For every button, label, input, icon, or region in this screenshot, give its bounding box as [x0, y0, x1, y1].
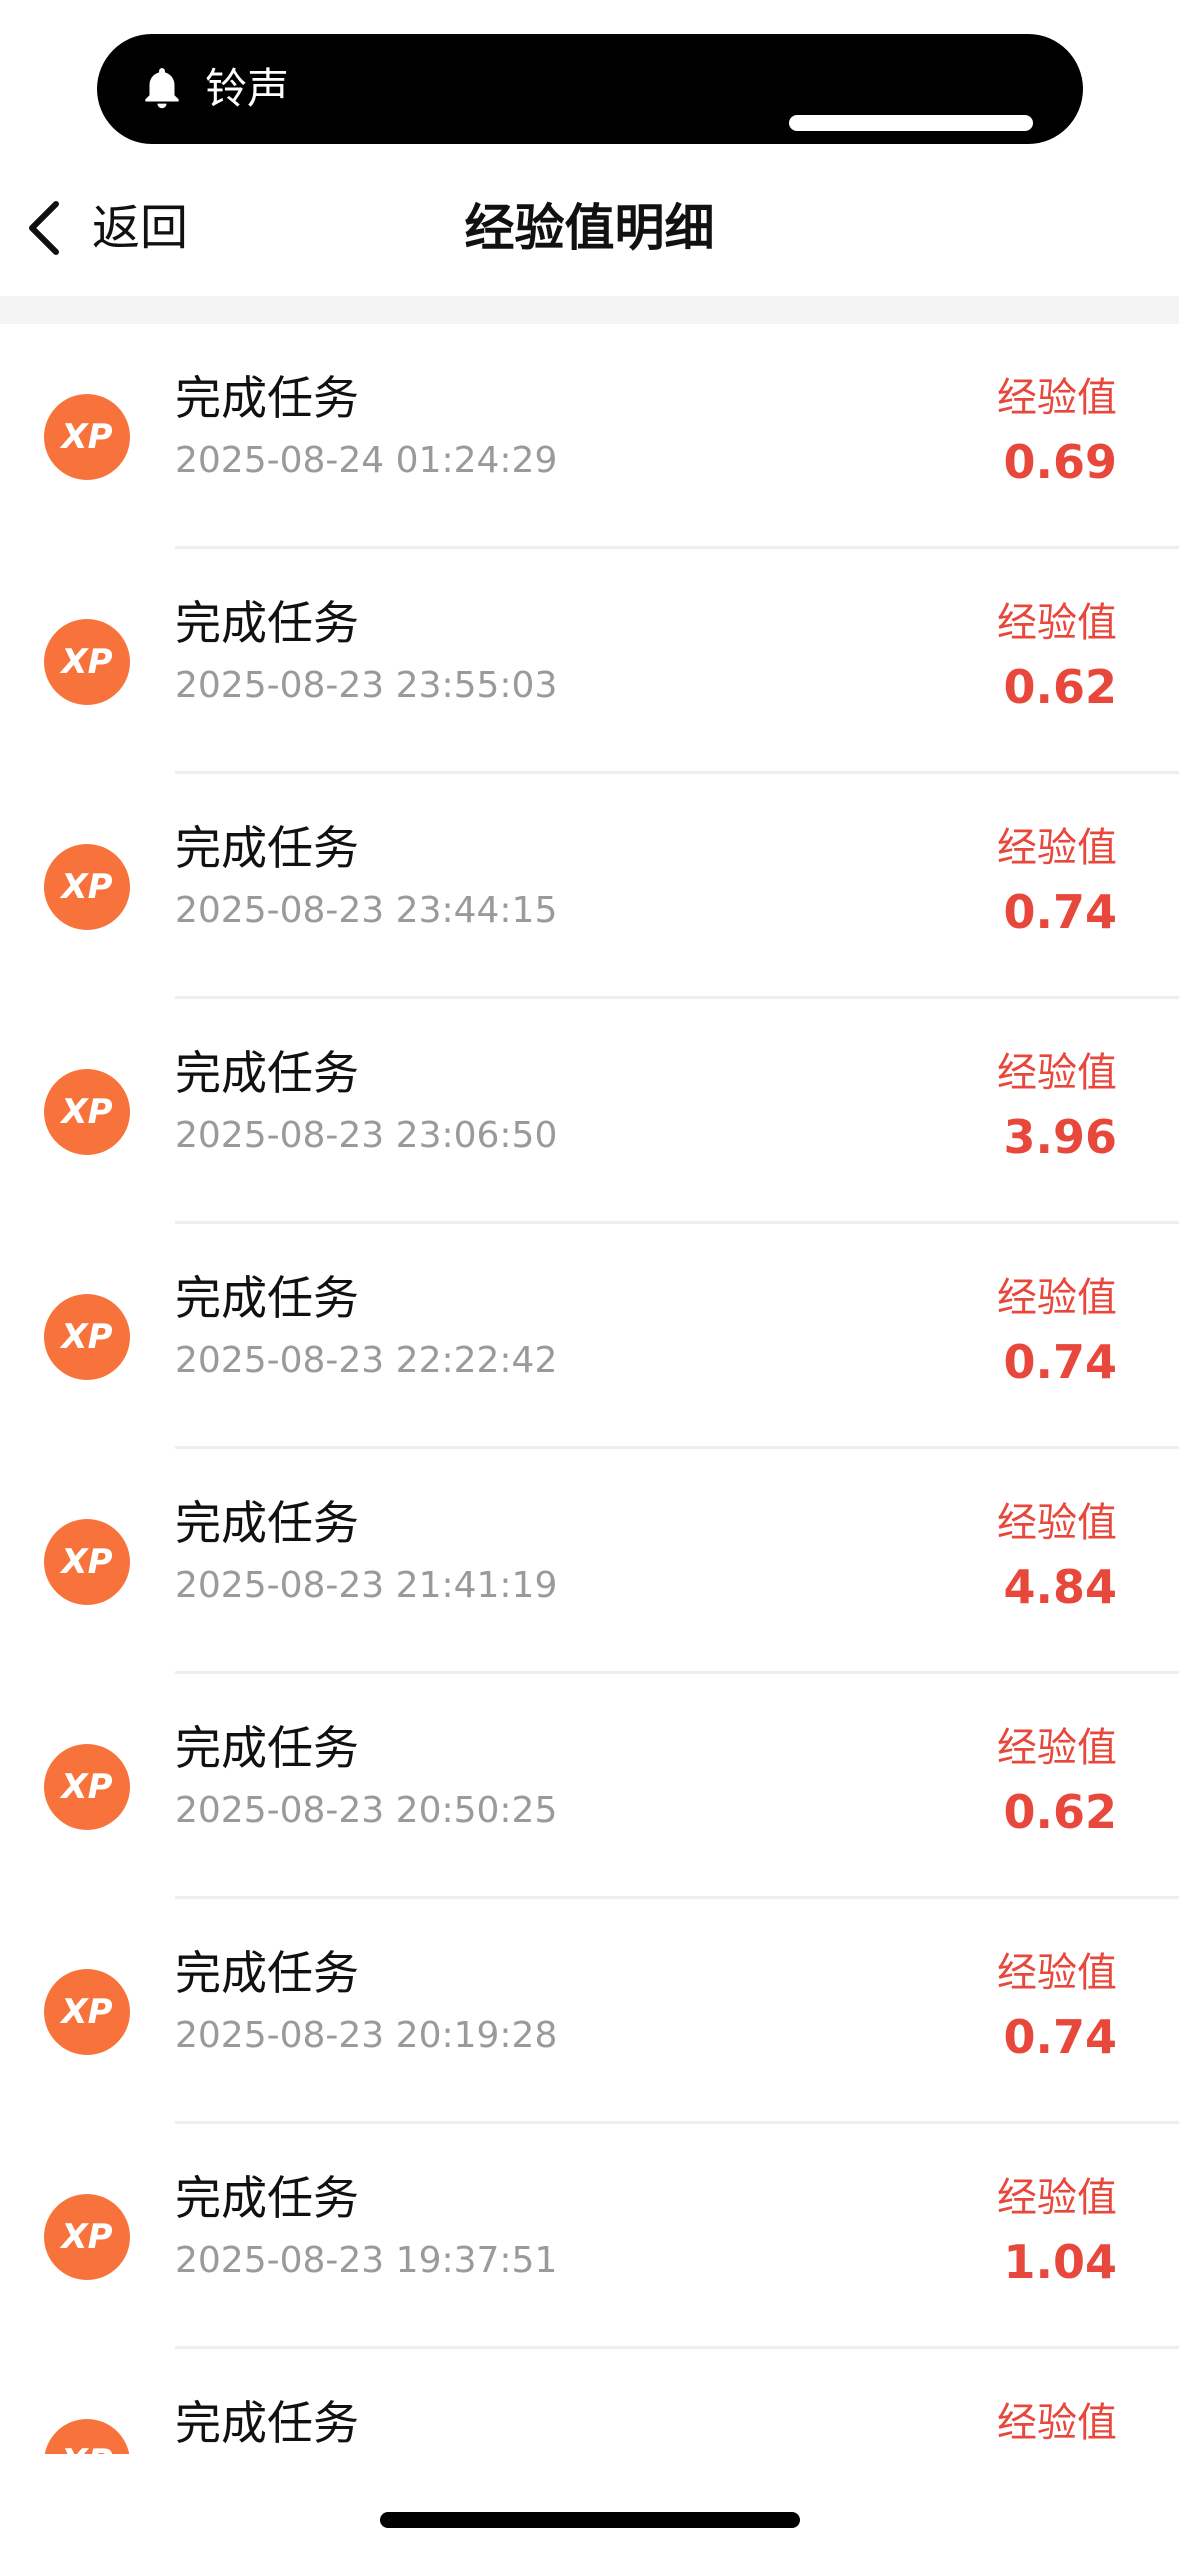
record-exp-label: 经验值 [997, 600, 1117, 646]
record-title: 完成任务 [175, 2171, 359, 2225]
xp-badge-icon: XP [44, 394, 130, 480]
record-exp-value: 0.74 [1003, 885, 1118, 939]
record-title: 完成任务 [175, 1721, 359, 1775]
xp-badge-icon: XP [44, 1744, 130, 1830]
record-timestamp: 2025-08-23 19:37:51 [175, 2240, 558, 2281]
xp-badge-icon: XP [44, 2194, 130, 2280]
ringer-volume-bar [789, 115, 1033, 131]
record-row[interactable]: XP 完成任务 2025-08-24 01:24:29 经验值 0.69 [0, 324, 1179, 549]
record-exp-label: 经验值 [997, 1050, 1117, 1096]
xp-badge-icon: XP [44, 1069, 130, 1155]
record-title: 完成任务 [175, 1946, 359, 2000]
record-exp-label: 经验值 [997, 2175, 1117, 2221]
record-exp-label: 经验值 [997, 2400, 1117, 2446]
bell-icon [145, 68, 179, 109]
record-exp-value: 4.84 [1003, 1560, 1118, 1614]
home-indicator[interactable] [380, 2512, 800, 2528]
record-exp-value: 0.74 [1003, 2010, 1118, 2064]
record-exp-value: 0.62 [1003, 1785, 1118, 1839]
experience-record-list[interactable]: XP 完成任务 2025-08-24 01:24:29 经验值 0.69 XP … [0, 324, 1179, 2454]
xp-badge-icon: XP [44, 844, 130, 930]
experience-detail-screen: 铃声 返回 经验值明细 XP 完成任务 2025-08-24 01:24:29 … [0, 0, 1179, 2556]
record-title: 完成任务 [175, 2396, 359, 2450]
ringer-indicator: 铃声 [97, 34, 1083, 144]
record-title: 完成任务 [175, 821, 359, 875]
record-row[interactable]: XP 完成任务 2025-08-23 23:06:50 经验值 3.96 [0, 999, 1179, 1224]
record-timestamp: 2025-08-23 23:44:15 [175, 890, 558, 931]
xp-badge-icon: XP [44, 2419, 130, 2454]
record-timestamp: 2025-08-23 22:22:42 [175, 1340, 558, 1381]
xp-badge-icon: XP [44, 1294, 130, 1380]
ringer-label: 铃声 [205, 64, 290, 113]
record-row[interactable]: XP 完成任务 2025-08-23 23:55:03 经验值 0.62 [0, 549, 1179, 774]
record-title: 完成任务 [175, 596, 359, 650]
record-exp-value: 3.96 [1003, 1110, 1118, 1164]
record-title: 完成任务 [175, 1046, 359, 1100]
record-exp-value: 1.04 [1003, 2235, 1118, 2289]
record-row[interactable]: XP 完成任务 2025-08-23 22:22:42 经验值 0.74 [0, 1224, 1179, 1449]
page-title: 经验值明细 [464, 199, 715, 257]
record-title: 完成任务 [175, 1496, 359, 1550]
record-row[interactable]: XP 完成任务 2025-08-23 20:50:25 经验值 0.62 [0, 1674, 1179, 1899]
record-timestamp: 2025-08-23 20:19:28 [175, 2015, 558, 2056]
record-timestamp: 2025-08-23 20:50:25 [175, 1790, 558, 1831]
record-timestamp: 2025-08-23 23:06:50 [175, 1115, 558, 1156]
xp-badge-icon: XP [44, 619, 130, 705]
record-row[interactable]: XP 完成任务 2025-08-23 20:19:28 经验值 0.74 [0, 1899, 1179, 2124]
record-row[interactable]: XP 完成任务 2025-08-23 19:37:51 经验值 1.04 [0, 2124, 1179, 2349]
xp-badge-icon: XP [44, 1969, 130, 2055]
record-exp-value: 0.69 [1003, 435, 1118, 489]
record-row[interactable]: XP 完成任务 2025-08-23 21:41:19 经验值 4.84 [0, 1449, 1179, 1674]
record-timestamp: 2025-08-23 23:55:03 [175, 665, 558, 706]
record-title: 完成任务 [175, 371, 359, 425]
record-exp-label: 经验值 [997, 1950, 1117, 1996]
record-exp-label: 经验值 [997, 1275, 1117, 1321]
xp-badge-icon: XP [44, 1519, 130, 1605]
record-exp-label: 经验值 [997, 375, 1117, 421]
record-exp-value: 0.74 [1003, 1335, 1118, 1389]
record-exp-label: 经验值 [997, 825, 1117, 871]
header-separator [0, 296, 1179, 324]
record-exp-value: 0.62 [1003, 660, 1118, 714]
record-row[interactable]: XP 完成任务 2025-08-23 23:44:15 经验值 0.74 [0, 774, 1179, 999]
navigation-bar: 返回 经验值明细 [0, 160, 1179, 296]
record-exp-label: 经验值 [997, 1500, 1117, 1546]
record-title: 完成任务 [175, 1271, 359, 1325]
record-row[interactable]: XP 完成任务 经验值 [0, 2349, 1179, 2454]
record-exp-label: 经验值 [997, 1725, 1117, 1771]
record-timestamp: 2025-08-23 21:41:19 [175, 1565, 558, 1606]
record-timestamp: 2025-08-24 01:24:29 [175, 440, 558, 481]
